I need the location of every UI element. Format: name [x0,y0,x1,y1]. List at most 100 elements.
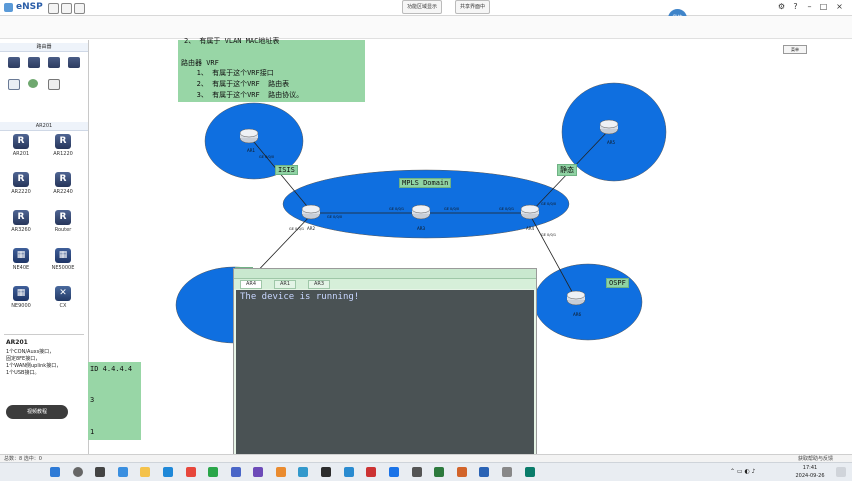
terminal-taskbar-icon[interactable] [321,467,331,477]
note-line: 2、 有属于这个VRF 路由表 [184,80,290,88]
isis-label[interactable]: ISIS [275,165,298,175]
close-icon[interactable]: × [834,2,845,12]
new-file-icon[interactable] [48,3,59,14]
router-icon: R [13,210,29,225]
note-line: 3、 有属于这个VRF 路由协议。 [184,91,304,99]
static-label[interactable]: 静态 [557,164,577,176]
title-bar: eNSP 功能区域显示 共享界面中 ⚙ ? – □ × [0,0,852,16]
device-ar1220[interactable]: R AR1220 [46,134,80,161]
windows-taskbar: ⌃ ▭ ◐ ♪ 17:41 2024-09-26 [0,462,852,481]
maximize-icon[interactable]: □ [818,2,829,12]
minimize-icon[interactable]: – [804,2,815,12]
device-ar201[interactable]: R AR201 [4,134,38,161]
ensp-taskbar-icon[interactable] [231,467,241,477]
router-icon: R [55,210,71,225]
router-ar1 [239,128,259,144]
router-label: AR1 [247,148,256,153]
tab-ar1[interactable]: AR1 [274,280,297,289]
app-icon[interactable] [525,467,535,477]
port-label: GE 0/0/1 [499,207,514,211]
app-icon[interactable] [276,467,286,477]
pc-category-icon[interactable] [8,79,20,90]
tab-ar4[interactable]: AR4 [240,280,263,289]
device-ar2240[interactable]: R AR2240 [46,172,80,199]
video-tutorial-button[interactable]: 视频教程 [6,405,68,419]
device-ar2220[interactable]: R AR2220 [4,172,38,199]
open-file-icon[interactable] [61,3,72,14]
save-icon[interactable] [74,3,85,14]
notification-icon[interactable] [836,467,846,477]
as-area-bottom-right [533,263,643,341]
device-ar3260[interactable]: R AR3260 [4,210,38,237]
cx-router-icon: ✕ [55,286,71,301]
router-ar6 [566,290,586,306]
port-label: GE 0/0/1 [289,227,304,231]
device-info-description: 1个CON/Auxs接口， 固定8FE接口， 1个WAN侧uplink接口， 1… [6,349,62,376]
device-cx[interactable]: ✕ CX [46,286,80,313]
app-icon[interactable] [502,467,512,477]
port-label: GE 0/0/0 [541,202,556,206]
share-screen-button[interactable]: 共享界面中 [455,0,491,14]
start-icon[interactable] [50,467,60,477]
terminal-screen[interactable]: The device is running! [236,290,534,456]
note-line: ID 4.4.4.4 [90,365,133,373]
router-label: AR3 [417,226,426,231]
ensp-logo-icon [4,3,13,12]
app-icon[interactable] [208,467,218,477]
port-label: GE 0/0/1 [541,233,556,237]
tray-icons[interactable]: ⌃ ▭ ◐ ♪ [730,468,755,475]
app-icon[interactable] [366,467,376,477]
router-icon: R [13,134,29,149]
app-icon[interactable] [389,467,399,477]
app-icon[interactable] [344,467,354,477]
toolbar-display-button[interactable]: 功能区域显示 [402,0,443,14]
firewall-category-icon[interactable] [68,57,80,68]
store-icon[interactable] [163,467,173,477]
router-label: AR4 [526,226,535,231]
app-icon[interactable] [479,467,489,477]
file-explorer-icon[interactable] [140,467,150,477]
edge-icon[interactable] [118,467,128,477]
switch-category-icon[interactable] [28,57,40,68]
device-info-title: AR201 [6,339,28,346]
router-icon: R [55,172,71,187]
toolbar [0,16,852,39]
note-line: 1、 有属于这个VRF接口 [184,69,274,77]
section-title-model: AR201 [0,122,88,131]
device-ne9000[interactable]: ▦ NE9000 [4,286,38,313]
ospf-label[interactable]: OSPF [606,278,629,288]
router-icon: ▦ [55,248,71,263]
note-line: 3 [90,396,95,404]
settings-icon[interactable]: ⚙ [776,2,787,12]
wlan-category-icon[interactable] [48,57,60,68]
router-label: AR2 [307,226,316,231]
device-ne40e[interactable]: ▦ NE40E [4,248,38,275]
terminal-window[interactable]: AR4 AR1 AR3 The device is running! [233,268,537,458]
app-icon[interactable] [457,467,467,477]
app-icon[interactable] [186,467,196,477]
port-label: GE 0/0/0 [444,207,459,211]
port-label: GE 0/0/0 [259,155,274,159]
mpls-domain-label[interactable]: MPLS Domain [399,178,452,188]
app-icon[interactable] [298,467,308,477]
tab-ar3[interactable]: AR3 [308,280,331,289]
router-icon: R [55,134,71,149]
app-icon[interactable] [253,467,263,477]
app-icon[interactable] [412,467,422,477]
task-view-icon[interactable] [95,467,105,477]
app-icon[interactable] [434,467,444,477]
connection-category-icon[interactable] [48,79,60,90]
device-router[interactable]: R Router [46,210,80,237]
router-category-icon[interactable] [8,57,20,68]
search-icon[interactable] [73,467,83,477]
section-title-routers: 路由器 [0,43,88,52]
device-ne5000e[interactable]: ▦ NE5000E [46,248,80,275]
clock[interactable]: 17:41 2024-09-26 [790,464,830,480]
note-box[interactable]: 2、 有属于 VLAN MAC地址表 路由器 VRF 1、 有属于这个VRF接口… [178,37,365,102]
help-icon[interactable]: ? [790,2,801,12]
router-icon: R [13,172,29,187]
config-note[interactable]: ID 4.4.4.4 3 1 [88,362,141,440]
cloud-category-icon[interactable] [28,79,38,88]
router-ar4 [520,204,540,220]
router-label: AR6 [573,312,582,317]
